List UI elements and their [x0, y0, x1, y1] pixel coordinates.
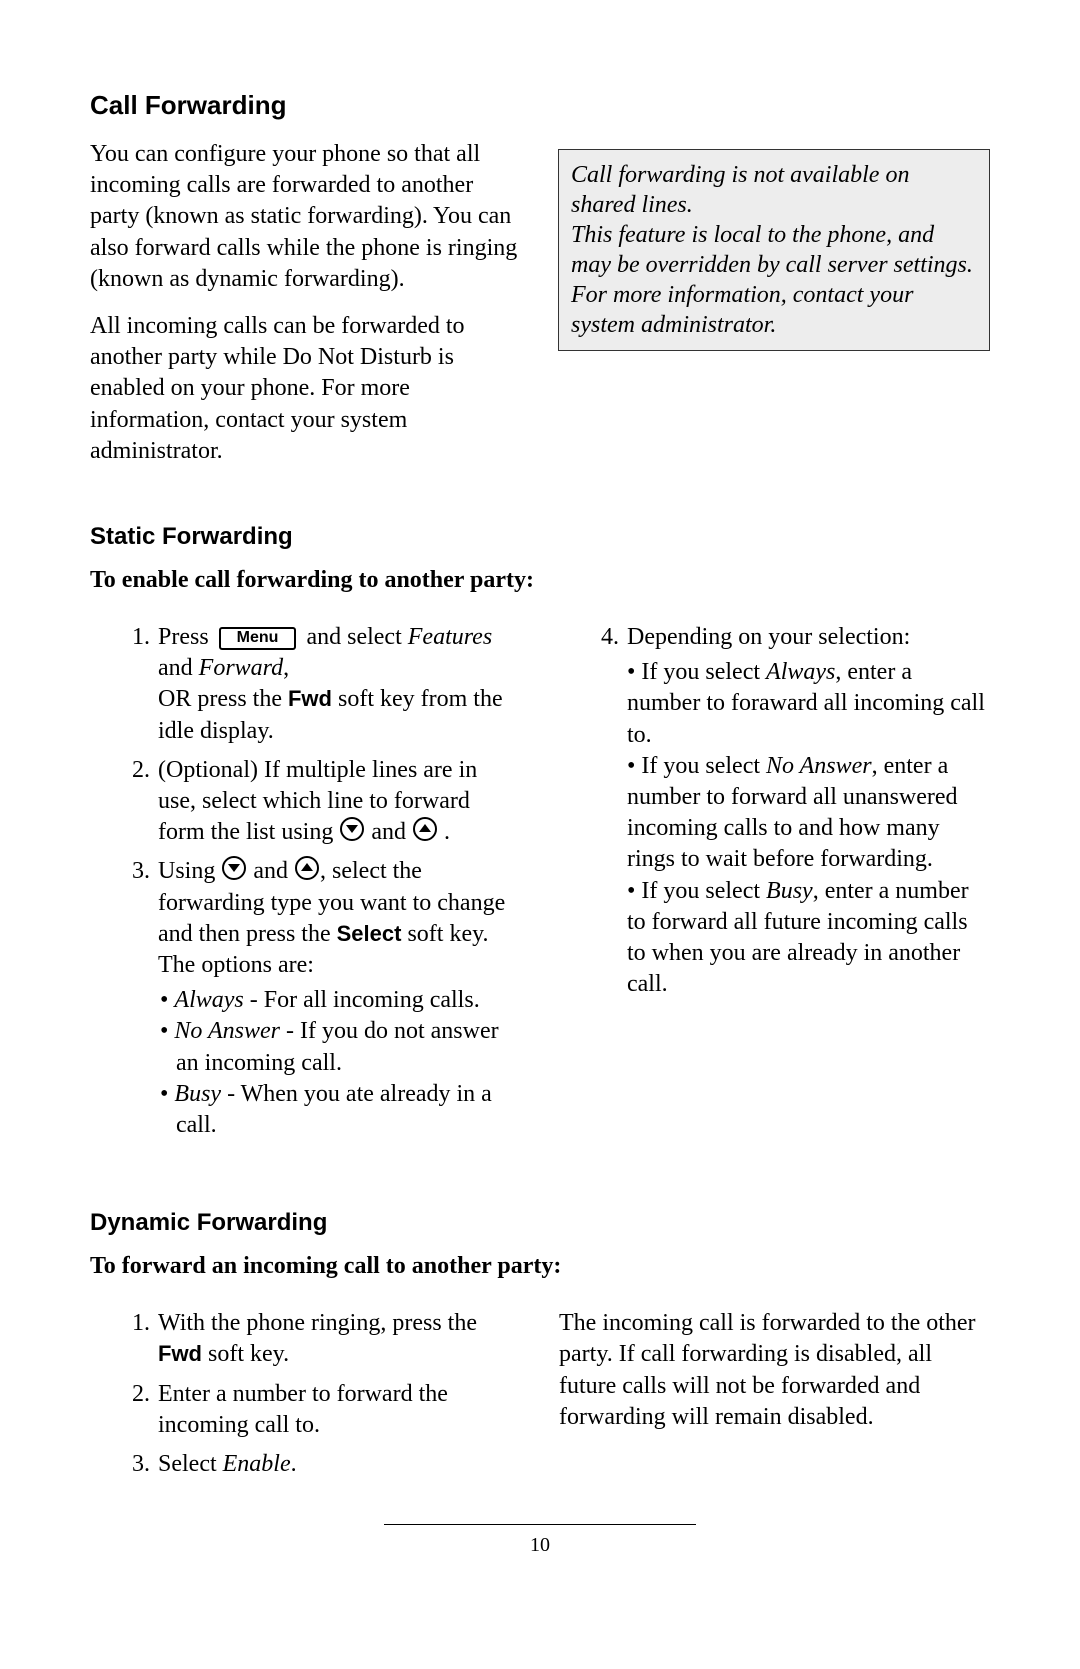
enable-term: Enable: [223, 1451, 291, 1477]
dynamic-col-right: The incoming call is forwarded to the ot…: [559, 1308, 990, 1433]
busy-term: Busy: [174, 1081, 221, 1107]
option-always: Always - For all incoming calls.: [176, 985, 521, 1016]
text: - When you ate already in a call.: [176, 1081, 492, 1138]
text: .: [438, 819, 450, 845]
text: .: [291, 1451, 297, 1477]
depend-always: If you select Always, enter a number to …: [627, 657, 990, 751]
text: Select: [158, 1451, 223, 1477]
dynamic-steps-list: With the phone ringing, press the Fwd so…: [90, 1308, 521, 1480]
arrow-down-icon: [340, 817, 364, 841]
static-steps-columns: Press Menu and select Features and Forwa…: [90, 622, 990, 1149]
text: OR press the: [158, 686, 288, 712]
footer-rule: [384, 1524, 696, 1525]
dynamic-steps-columns: With the phone ringing, press the Fwd so…: [90, 1308, 990, 1488]
text: - For all incoming calls.: [244, 987, 480, 1013]
forwarding-type-options: Always - For all incoming calls. No Answ…: [158, 985, 521, 1141]
dynamic-step-1: With the phone ringing, press the Fwd so…: [156, 1308, 521, 1370]
subsection-heading-dynamic: Dynamic Forwarding: [90, 1209, 990, 1237]
always-term: Always: [174, 987, 243, 1013]
static-col-left: Press Menu and select Features and Forwa…: [90, 622, 521, 1149]
text: ,: [283, 655, 289, 681]
text: Depending on your selection:: [627, 624, 910, 650]
text: and: [247, 858, 294, 884]
note-line-1: Call forwarding is not available on shar…: [571, 160, 977, 220]
fwd-softkey-label: Fwd: [158, 1341, 202, 1366]
depend-busy: If you select Busy, enter a number to fo…: [627, 876, 990, 1001]
arrow-down-icon: [222, 856, 246, 880]
text: and select: [300, 624, 407, 650]
depend-no-answer: If you select No Answer, enter a number …: [627, 751, 990, 876]
text: If you select: [641, 753, 766, 779]
always-term: Always: [766, 659, 835, 685]
static-steps-list: Press Menu and select Features and Forwa…: [90, 622, 521, 1141]
dynamic-lead-text: To forward an incoming call to another p…: [90, 1251, 990, 1282]
subsection-heading-static: Static Forwarding: [90, 523, 990, 551]
section-heading-call-forwarding: Call Forwarding: [90, 90, 990, 121]
text: If you select: [641, 878, 766, 904]
fwd-softkey-label: Fwd: [288, 686, 332, 711]
static-step-3: Using and , select the forwarding type y…: [156, 856, 521, 1141]
busy-term: Busy: [766, 878, 813, 904]
noanswer-term: No Answer: [174, 1018, 280, 1044]
noanswer-term: No Answer: [766, 753, 872, 779]
note-line-3: For more information, contact your syste…: [571, 280, 977, 340]
static-col-right: Depending on your selection: If you sele…: [559, 622, 990, 1008]
forward-term: Forward: [199, 655, 283, 681]
note-line-2: This feature is local to the phone, and …: [571, 220, 977, 280]
depending-on-selection-list: If you select Always, enter a number to …: [627, 657, 990, 1000]
static-lead-text: To enable call forwarding to another par…: [90, 565, 990, 596]
features-term: Features: [408, 624, 492, 650]
note-box: Call forwarding is not available on shar…: [558, 149, 990, 351]
text: Using: [158, 858, 221, 884]
document-page: Call Forwarding You can configure your p…: [0, 0, 1080, 1488]
option-no-answer: No Answer - If you do not answer an inco…: [176, 1016, 521, 1078]
dynamic-step-2: Enter a number to forward the incoming c…: [156, 1379, 521, 1441]
intro-paragraph-1: You can configure your phone so that all…: [90, 139, 520, 295]
select-softkey-label: Select: [337, 921, 402, 946]
dynamic-result-paragraph: The incoming call is forwarded to the ot…: [559, 1308, 990, 1433]
text: and: [158, 655, 199, 681]
static-step-2: (Optional) If multiple lines are in use,…: [156, 755, 521, 849]
static-step-1: Press Menu and select Features and Forwa…: [156, 622, 521, 747]
option-busy: Busy - When you ate already in a call.: [176, 1079, 521, 1141]
arrow-up-icon: [413, 817, 437, 841]
intro-paragraph-2: All incoming calls can be forwarded to a…: [90, 311, 520, 467]
static-steps-list-cont: Depending on your selection: If you sele…: [559, 622, 990, 1000]
arrow-up-icon: [295, 856, 319, 880]
text: and: [365, 819, 412, 845]
dynamic-step-3: Select Enable.: [156, 1449, 521, 1480]
menu-hardkey-icon: Menu: [219, 627, 297, 650]
intro-text: You can configure your phone so that all…: [90, 139, 520, 483]
static-step-4: Depending on your selection: If you sele…: [625, 622, 990, 1000]
intro-row: You can configure your phone so that all…: [90, 139, 990, 483]
page-number: 10: [0, 1534, 1080, 1557]
text: If you select: [641, 659, 766, 685]
text: Press: [158, 624, 215, 650]
text: soft key.: [202, 1341, 289, 1367]
text: With the phone ringing, press the: [158, 1310, 477, 1336]
dynamic-col-left: With the phone ringing, press the Fwd so…: [90, 1308, 521, 1488]
